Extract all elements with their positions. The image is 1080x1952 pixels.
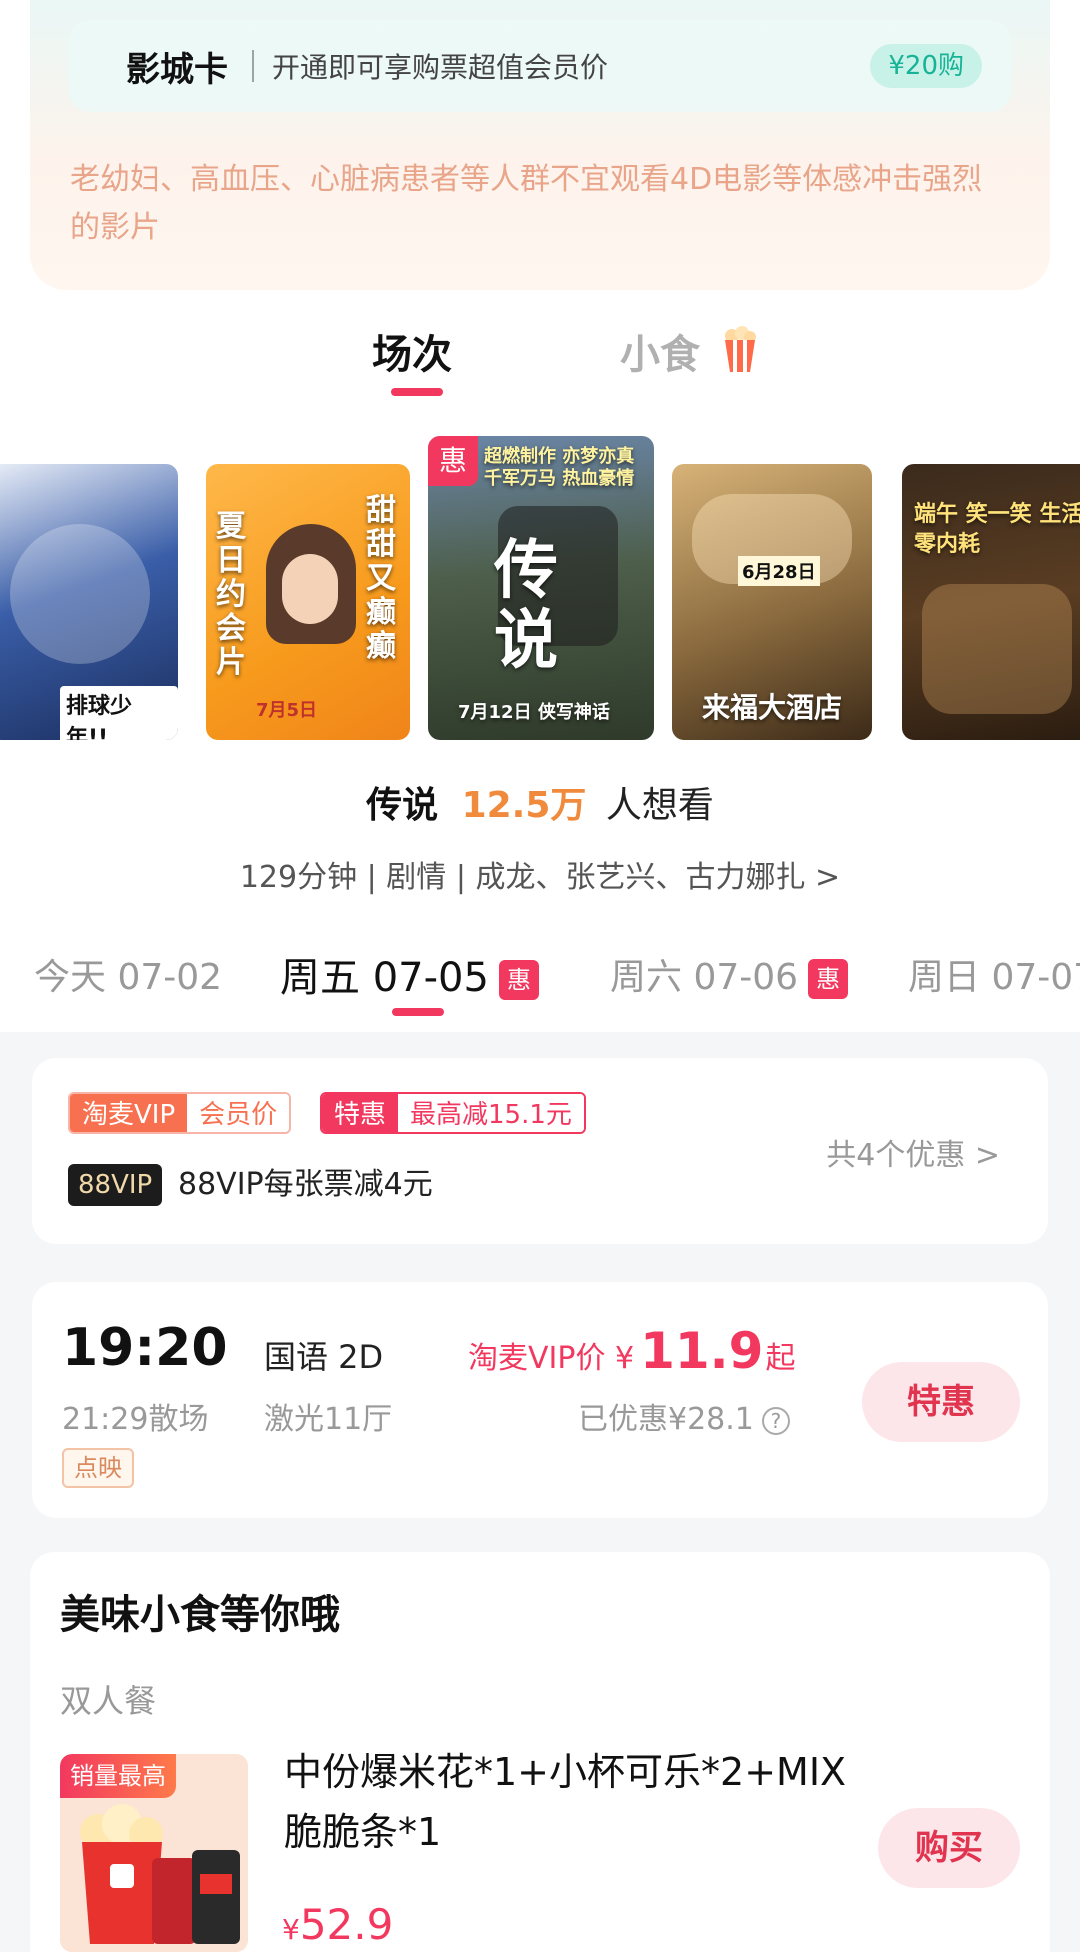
poster-date: 7月5日 xyxy=(256,700,318,721)
divider xyxy=(252,50,254,82)
vip-tag-left: 淘麦VIP xyxy=(70,1094,188,1132)
tab-schedule[interactable]: 场次 xyxy=(372,322,452,380)
poster-art xyxy=(10,524,150,664)
cinema-card-buy-badge[interactable]: ¥20购 xyxy=(870,44,982,88)
date-label: 周六 07-06 xyxy=(610,957,799,998)
special-tag-left: 特惠 xyxy=(322,1094,399,1132)
popcorn-icon xyxy=(725,326,756,372)
movie-title-row: 传说 12.5万 人想看 xyxy=(0,776,1080,828)
preview-badge: 点映 xyxy=(62,1448,134,1488)
showtime-end: 21:29散场 xyxy=(62,1402,209,1437)
vip88-badge: 88VIP xyxy=(68,1164,163,1206)
saved-amount: 已优惠¥28.1 xyxy=(578,1402,754,1437)
top-panel: 影城卡 开通即可享购票超值会员价 ¥20购 老幼妇、高血压、心脏病患者等人群不宜… xyxy=(30,0,1050,290)
poster-haikyu[interactable]: 排球少年!! xyxy=(0,464,178,740)
special-tag-right: 最高减15.1元 xyxy=(398,1094,584,1132)
showtime-start: 19:20 xyxy=(62,1318,228,1378)
cinema-card-banner[interactable]: 影城卡 开通即可享购票超值会员价 ¥20购 xyxy=(68,20,1012,112)
poster-date: 6月28日 xyxy=(738,556,820,586)
poster-text-right: 甜甜又癫癫 xyxy=(366,493,396,664)
date-tab-today[interactable]: 今天 07-02 xyxy=(34,948,222,1000)
poster-tagline: 超燃制作 亦梦亦真 千军万马 热血豪情 xyxy=(484,446,635,489)
poster-release: 7月12日 侠写神话 xyxy=(458,702,610,723)
vip88-text: 88VIP每张票减4元 xyxy=(178,1167,433,1202)
movie-schedule-page: 影城卡 开通即可享购票超值会员价 ¥20购 老幼妇、高血压、心脏病患者等人群不宜… xyxy=(0,0,1080,1952)
date-label: 周五 07-05 xyxy=(280,955,489,1001)
all-offers-link[interactable]: 共4个优惠 > xyxy=(826,1130,1000,1174)
poster-romance[interactable]: 夏日约会片 甜甜又癫癫 7月5日 xyxy=(206,464,410,740)
help-icon[interactable]: ? xyxy=(761,1406,790,1435)
poster-comedy[interactable]: 端午 笑一笑 生活零内耗 xyxy=(902,464,1080,740)
poster-text-left: 夏日约会片 xyxy=(216,509,246,680)
special-offer-button[interactable]: 特惠 xyxy=(862,1362,1020,1442)
vip-tag-right: 会员价 xyxy=(187,1094,290,1132)
cinema-card-desc: 开通即可享购票超值会员价 xyxy=(272,51,609,84)
tab-active-indicator xyxy=(391,388,443,396)
showtime-hall: 激光11厅 xyxy=(264,1402,393,1437)
discount-tag: 惠 xyxy=(808,959,849,999)
poster-label: 排球少年!! xyxy=(60,686,178,740)
price-label: 淘麦VIP价 ¥ xyxy=(468,1341,635,1376)
date-tab-sun[interactable]: 周日 07-07 xyxy=(908,948,1080,1000)
date-label: 今天 07-02 xyxy=(34,957,223,998)
poster-hotel[interactable]: 6月28日 来福大酒店 xyxy=(672,464,872,740)
price-value: 52.9 xyxy=(299,1900,394,1949)
poster-art xyxy=(922,584,1072,714)
date-label: 周日 07-07 xyxy=(908,957,1080,998)
currency-symbol: ¥ xyxy=(282,1913,300,1946)
cinema-card-title: 影城卡 xyxy=(126,49,228,90)
poster-label: 端午 笑一笑 生活零内耗 xyxy=(914,502,1080,557)
vip-tag: 淘麦VIP 会员价 xyxy=(68,1092,292,1134)
buy-button[interactable]: 购买 xyxy=(878,1808,1020,1888)
best-seller-ribbon: 销量最高 xyxy=(60,1754,176,1798)
price-suffix: 起 xyxy=(765,1341,796,1376)
date-active-indicator xyxy=(392,1008,444,1016)
poster-title: 来福大酒店 xyxy=(702,691,843,724)
showtime-saved: 已优惠¥28.1? xyxy=(578,1394,790,1438)
date-tab-sat[interactable]: 周六 07-06 惠 xyxy=(610,948,849,1000)
price-value: 11.9 xyxy=(640,1322,764,1380)
snacks-category: 双人餐 xyxy=(60,1682,157,1720)
want-count: 12.5万 xyxy=(461,785,587,826)
movie-title: 传说 xyxy=(366,785,439,826)
movie-info-link[interactable]: 129分钟 | 剧情 | 成龙、张艺兴、古力娜扎 > xyxy=(0,852,1080,896)
health-notice: 老幼妇、高血压、心脏病患者等人群不宜观看4D电影等体感冲击强烈的影片 xyxy=(70,162,983,245)
discount-tag: 惠 xyxy=(428,436,478,486)
showtime-price: 淘麦VIP价 ¥11.9起 xyxy=(468,1322,795,1380)
showtime-language: 国语 2D xyxy=(264,1338,384,1376)
special-offer-tag: 特惠 最高减15.1元 xyxy=(320,1092,586,1134)
date-tab-fri[interactable]: 周五 07-05 惠 xyxy=(280,945,539,1003)
poster-art xyxy=(282,554,338,624)
snacks-header: 美味小食等你哦 xyxy=(60,1592,340,1638)
poster-title: 传说 xyxy=(494,533,558,678)
want-label: 人想看 xyxy=(605,785,714,826)
discount-tag: 惠 xyxy=(498,960,539,1000)
tab-snack[interactable]: 小食 xyxy=(620,322,700,380)
snack-price: ¥52.9 xyxy=(282,1900,393,1949)
snack-name: 中份爆米花*1+小杯可乐*2+MIX脆脆条*1 xyxy=(284,1750,847,1854)
poster-legend[interactable]: 超燃制作 亦梦亦真 千军万马 热血豪情 传说 7月12日 侠写神话 惠 xyxy=(428,436,654,740)
snack-image[interactable]: 销量最高 xyxy=(60,1754,248,1952)
